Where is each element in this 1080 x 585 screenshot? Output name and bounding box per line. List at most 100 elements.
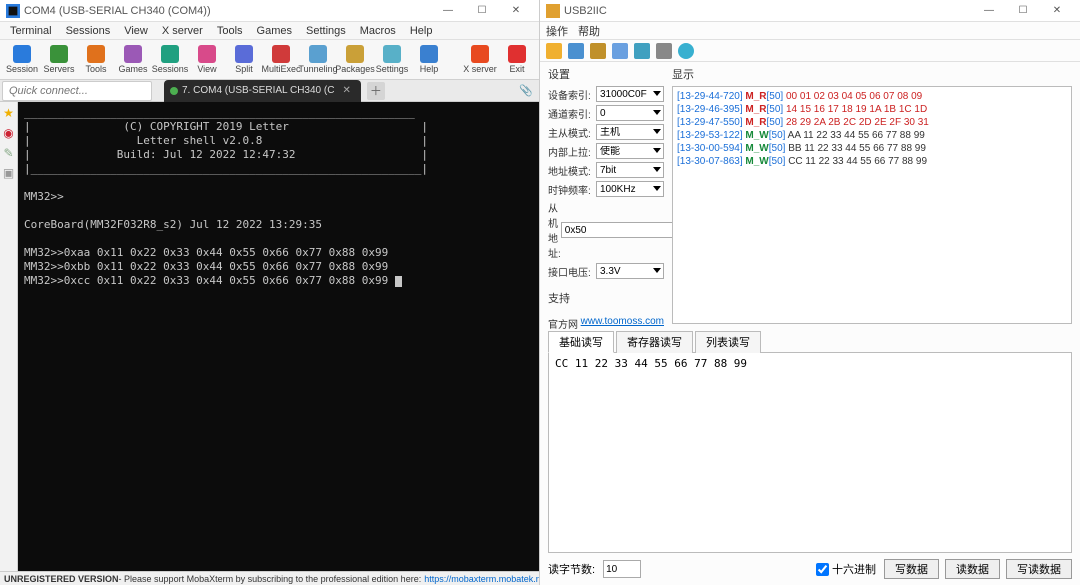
brush-icon[interactable] bbox=[590, 43, 606, 59]
setting-input[interactable]: 主机 bbox=[596, 124, 664, 140]
rw-tab[interactable]: 寄存器读写 bbox=[616, 331, 693, 353]
menu-sessions[interactable]: Sessions bbox=[60, 24, 117, 38]
macro-icon[interactable]: ▣ bbox=[2, 166, 16, 180]
usb-app-icon bbox=[546, 4, 560, 18]
games-icon bbox=[124, 45, 142, 63]
tbtn-view[interactable]: View bbox=[189, 42, 225, 78]
tunneling-icon bbox=[309, 45, 327, 63]
menu-macros[interactable]: Macros bbox=[354, 24, 402, 38]
tbtn-multiexec[interactable]: MultiExec bbox=[263, 42, 299, 78]
rw-tab[interactable]: 基础读写 bbox=[548, 331, 614, 353]
tbtn-help[interactable]: Help bbox=[411, 42, 447, 78]
tbtn-settings[interactable]: Settings bbox=[374, 42, 410, 78]
usb-close[interactable]: ✕ bbox=[1040, 0, 1074, 22]
open-icon[interactable] bbox=[546, 43, 562, 59]
setting-input[interactable]: 0 bbox=[596, 105, 664, 121]
moba-titlebar: COM4 (USB-SERIAL CH340 (COM4)) — ☐ ✕ bbox=[0, 0, 539, 22]
tbtn-x server[interactable]: X server bbox=[462, 42, 498, 78]
setting-row: 主从模式:主机 bbox=[548, 124, 664, 140]
log-box[interactable]: [13-29-44-720] M_R[50] 00 01 02 03 04 05… bbox=[672, 86, 1072, 324]
new-tab-button[interactable]: ＋ bbox=[367, 82, 385, 100]
paperclip-icon[interactable]: 📎 bbox=[519, 84, 533, 97]
setting-label: 主从模式: bbox=[548, 125, 596, 140]
moba-close[interactable]: ✕ bbox=[499, 0, 533, 22]
tbtn-tunneling[interactable]: Tunneling bbox=[300, 42, 336, 78]
settings-icon bbox=[383, 45, 401, 63]
usb-title: USB2IIC bbox=[564, 5, 972, 17]
multiexec-icon bbox=[272, 45, 290, 63]
tab-status-dot bbox=[170, 87, 178, 95]
moba-title: COM4 (USB-SERIAL CH340 (COM4)) bbox=[24, 5, 431, 17]
find-icon[interactable] bbox=[612, 43, 628, 59]
menu-terminal[interactable]: Terminal bbox=[4, 24, 58, 38]
tools-icon bbox=[87, 45, 105, 63]
globe-icon[interactable]: ◉ bbox=[2, 126, 16, 140]
tbtn-split[interactable]: Split bbox=[226, 42, 262, 78]
tbtn-servers[interactable]: Servers bbox=[41, 42, 77, 78]
menu-games[interactable]: Games bbox=[251, 24, 298, 38]
log-line: [13-29-44-720] M_R[50] 00 01 02 03 04 05… bbox=[677, 90, 1067, 103]
bytes-label: 读字节数: bbox=[548, 561, 595, 577]
tbtn-session[interactable]: Session bbox=[4, 42, 40, 78]
tabs-row: 基础读写寄存器读写列表读写 bbox=[548, 330, 1072, 353]
hex-checkbox-label[interactable]: 十六进制 bbox=[816, 561, 876, 577]
settings-group-label: 设置 bbox=[548, 66, 664, 82]
usb-titlebar: USB2IIC — ☐ ✕ bbox=[540, 0, 1080, 22]
terminal-output[interactable]: ________________________________________… bbox=[18, 102, 539, 571]
save-icon[interactable] bbox=[568, 43, 584, 59]
split-icon bbox=[235, 45, 253, 63]
menu-help[interactable]: Help bbox=[404, 24, 439, 38]
tool-icon[interactable]: ✎ bbox=[2, 146, 16, 160]
refresh-icon[interactable] bbox=[634, 43, 650, 59]
menu-x-server[interactable]: X server bbox=[156, 24, 209, 38]
setting-input[interactable]: 100KHz bbox=[596, 181, 664, 197]
setting-input[interactable]: 3.3V bbox=[596, 263, 664, 279]
menu-view[interactable]: View bbox=[118, 24, 154, 38]
setting-label: 时钟频率: bbox=[548, 182, 596, 197]
star-icon[interactable]: ★ bbox=[2, 106, 16, 120]
menu-settings[interactable]: Settings bbox=[300, 24, 352, 38]
action-button[interactable]: 读数据 bbox=[945, 559, 1000, 579]
tbtn-games[interactable]: Games bbox=[115, 42, 151, 78]
help-icon[interactable] bbox=[678, 43, 694, 59]
help-icon bbox=[420, 45, 438, 63]
setting-row: 接口电压:3.3V bbox=[548, 263, 664, 279]
usb-menu-item[interactable]: 帮助 bbox=[578, 23, 600, 39]
x server-icon bbox=[471, 45, 489, 63]
footer-link[interactable]: https://mobaxterm.mobatek.net bbox=[424, 574, 539, 584]
settings-panel: 设置 设备索引:31000C0F通道索引:0主从模式:主机内部上拉:使能地址模式… bbox=[548, 66, 664, 324]
tab-close-icon[interactable]: ✕ bbox=[342, 85, 350, 96]
display-group-label: 显示 bbox=[672, 66, 1072, 82]
setting-input[interactable]: 使能 bbox=[596, 143, 664, 159]
rw-tab[interactable]: 列表读写 bbox=[695, 331, 761, 353]
usb-minimize[interactable]: — bbox=[972, 0, 1006, 22]
tbtn-exit[interactable]: Exit bbox=[499, 42, 535, 78]
setting-row: 地址模式:7bit bbox=[548, 162, 664, 178]
menu-tools[interactable]: Tools bbox=[211, 24, 249, 38]
setting-input[interactable]: 7bit bbox=[596, 162, 664, 178]
moba-maximize[interactable]: ☐ bbox=[465, 0, 499, 22]
action-button[interactable]: 写数据 bbox=[884, 559, 939, 579]
action-button[interactable]: 写读数据 bbox=[1006, 559, 1072, 579]
moba-minimize[interactable]: — bbox=[431, 0, 465, 22]
data-box[interactable]: CC 11 22 33 44 55 66 77 88 99 bbox=[548, 353, 1072, 553]
log-line: [13-29-46-395] M_R[50] 14 15 16 17 18 19… bbox=[677, 103, 1067, 116]
log-line: [13-30-07-863] M_W[50] CC 11 22 33 44 55… bbox=[677, 155, 1067, 168]
quick-connect-input[interactable] bbox=[2, 81, 152, 101]
tbtn-tools[interactable]: Tools bbox=[78, 42, 114, 78]
footer-unreg: UNREGISTERED VERSION bbox=[4, 574, 119, 584]
setting-input[interactable]: 31000C0F bbox=[596, 86, 664, 102]
moba-app-icon bbox=[6, 4, 20, 18]
bytes-input[interactable] bbox=[603, 560, 641, 578]
doc-icon[interactable] bbox=[656, 43, 672, 59]
usb-menu-item[interactable]: 操作 bbox=[546, 23, 568, 39]
usb-maximize[interactable]: ☐ bbox=[1006, 0, 1040, 22]
log-line: [13-30-00-594] M_W[50] BB 11 22 33 44 55… bbox=[677, 142, 1067, 155]
setting-label: 接口电压: bbox=[548, 264, 596, 279]
setting-label: 从机地址: bbox=[548, 200, 561, 260]
tbtn-packages[interactable]: Packages bbox=[337, 42, 373, 78]
hex-checkbox[interactable] bbox=[816, 563, 829, 576]
footer-text: - Please support MobaXterm by subscribin… bbox=[119, 574, 422, 584]
tbtn-sessions[interactable]: Sessions bbox=[152, 42, 188, 78]
terminal-tab[interactable]: 7. COM4 (USB-SERIAL CH340 (C ✕ bbox=[164, 80, 361, 102]
